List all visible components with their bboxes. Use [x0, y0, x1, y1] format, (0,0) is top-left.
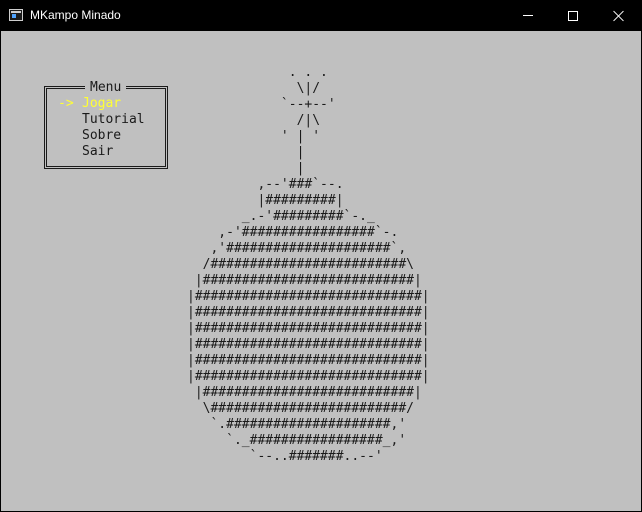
- menu-title: Menu: [85, 80, 127, 96]
- close-button[interactable]: [596, 0, 642, 31]
- selection-arrow-icon: ->: [58, 96, 74, 111]
- menu-item-label: Sair: [82, 144, 114, 159]
- menu-item-label: Sobre: [82, 128, 122, 143]
- maximize-button[interactable]: [550, 0, 596, 31]
- menu-item-sair[interactable]: Sair: [58, 144, 145, 160]
- maximize-icon: [568, 10, 578, 21]
- menu-list: -> Jogar Tutorial Sobre Sair: [58, 96, 145, 160]
- menu-item-label: Jogar: [82, 96, 122, 111]
- bomb-ascii-art: . . . \|/ `--+--' /|\ ' | ' | | ,--'###`…: [187, 65, 430, 464]
- minimize-icon: [523, 15, 533, 16]
- window-title: MKampo Minado: [30, 8, 121, 22]
- menu-item-jogar[interactable]: -> Jogar: [58, 96, 145, 112]
- menu-item-tutorial[interactable]: Tutorial: [58, 112, 145, 128]
- console-area: Menu -> Jogar Tutorial Sobre Sair . . . \…: [1, 31, 641, 511]
- title-bar[interactable]: MKampo Minado: [0, 0, 642, 31]
- menu-item-label: Tutorial: [82, 112, 145, 127]
- console-app-icon: [9, 9, 23, 21]
- close-icon: [613, 10, 625, 22]
- minimize-button[interactable]: [505, 0, 551, 31]
- menu-item-sobre[interactable]: Sobre: [58, 128, 145, 144]
